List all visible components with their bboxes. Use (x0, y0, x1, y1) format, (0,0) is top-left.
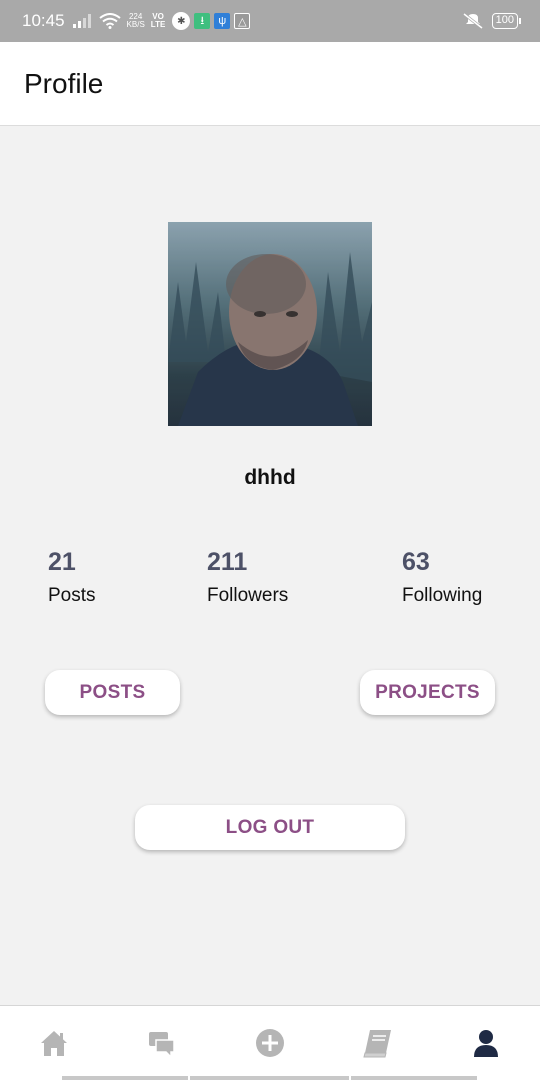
chat-icon (149, 1032, 175, 1059)
home-icon (41, 1031, 67, 1056)
wifi-icon (98, 13, 121, 29)
nav-chat[interactable] (108, 1006, 216, 1080)
nav-indicator (190, 1076, 349, 1080)
signal-icon (72, 14, 91, 28)
net-speed-unit: KB/S (126, 20, 145, 29)
username: dhhd (244, 466, 296, 489)
volte-bottom: LTE (150, 20, 166, 29)
status-time: 10:45 (22, 11, 65, 30)
stat-label: Posts (48, 585, 96, 606)
page-title: Profile (24, 67, 104, 99)
status-right: 100 (462, 12, 522, 30)
stat-count: 63 (402, 548, 430, 576)
book-icon (363, 1030, 391, 1058)
nav-library[interactable] (324, 1006, 432, 1080)
battery-icon: 100 (491, 13, 522, 29)
nav-home[interactable] (0, 1006, 108, 1080)
nav-add[interactable] (216, 1006, 324, 1080)
stat-followers[interactable]: 211 Followers (207, 548, 288, 607)
add-icon (256, 1029, 284, 1057)
volte-indicator: VO LTE (151, 13, 166, 29)
nav-indicator (351, 1076, 477, 1080)
stat-count: 21 (48, 548, 76, 576)
bluetooth-icon: ✱ (172, 12, 191, 30)
projects-button[interactable]: PROJECTS (360, 670, 495, 715)
stat-posts[interactable]: 21 Posts (48, 548, 96, 607)
stat-label: Followers (207, 585, 289, 606)
avatar[interactable] (168, 222, 372, 426)
drive-icon: △ (234, 13, 251, 29)
net-speed: 224 KB/S (127, 13, 145, 29)
download-icon: ⭳ (194, 13, 211, 29)
avatar-image (168, 222, 372, 426)
stat-label: Following (402, 585, 483, 606)
posts-button[interactable]: POSTS (45, 670, 180, 715)
stat-count: 211 (207, 548, 248, 576)
app-bar: Profile (0, 42, 540, 126)
profile-icon (474, 1030, 498, 1057)
status-bar: 10:45 224 KB/S VO LTE ✱ ⭳ ψ △ 100 (0, 0, 540, 42)
usb-icon: ψ (214, 13, 231, 29)
stat-following[interactable]: 63 Following (402, 548, 482, 607)
mute-icon (462, 12, 483, 30)
nav-profile[interactable] (432, 1006, 540, 1080)
logout-button[interactable]: LOG OUT (135, 805, 405, 850)
nav-indicator (62, 1076, 188, 1080)
bottom-nav (0, 1005, 540, 1080)
